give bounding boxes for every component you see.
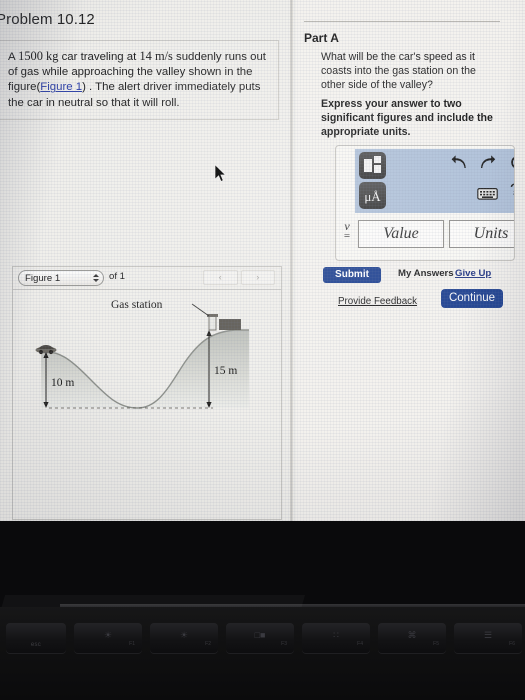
figure-select-stepper-icon[interactable] bbox=[91, 271, 100, 285]
key-f5[interactable]: ⌘ F5 bbox=[378, 623, 446, 653]
laptop-screen: Problem 10.12 A 1500 kg car traveling at… bbox=[0, 0, 525, 521]
math-template-icon[interactable] bbox=[359, 152, 386, 179]
continue-button[interactable]: Continue bbox=[441, 289, 503, 308]
valley-diagram-svg: Gas station 10 m 15 m bbox=[35, 299, 249, 409]
gas-station-leader-line bbox=[191, 303, 210, 317]
laptop-deck: esc ☀ F1 ☀ F2 □■ F3 ∷ F4 ⌘ F5 ☰ F6 bbox=[0, 607, 525, 700]
provide-feedback-link[interactable]: Provide Feedback bbox=[338, 296, 417, 307]
part-instruction-text: Express your answer to two significant f… bbox=[321, 98, 493, 138]
answer-toolbar: μÅ bbox=[355, 149, 515, 213]
mission-control-icon: □■ bbox=[254, 630, 266, 640]
key-f3-label: F3 bbox=[281, 641, 287, 647]
part-divider bbox=[304, 21, 500, 22]
figure-prev-button[interactable]: ‹ bbox=[203, 270, 238, 285]
figure-select-value: Figure 1 bbox=[25, 273, 61, 284]
part-title: Part A bbox=[304, 31, 339, 45]
left-height-label: 10 m bbox=[51, 377, 74, 389]
redo-icon[interactable] bbox=[480, 155, 497, 170]
figure-next-button[interactable]: › bbox=[240, 270, 275, 285]
give-up-link[interactable]: Give Up bbox=[455, 268, 491, 279]
help-icon[interactable]: ? bbox=[510, 180, 514, 200]
answer-variable-label: v = bbox=[340, 220, 354, 242]
units-palette-icon[interactable]: μÅ bbox=[359, 182, 386, 209]
page-title: Problem 10.12 bbox=[0, 11, 95, 28]
figure-count-label: of 1 bbox=[109, 271, 126, 282]
statement-lead: A bbox=[8, 51, 19, 63]
figure-nav: ‹ › bbox=[203, 270, 275, 285]
brightness-down-icon: ☀ bbox=[103, 630, 113, 640]
key-f6-label: F6 bbox=[509, 641, 515, 647]
part-a-column: Part A What will be the car's speed as i… bbox=[296, 0, 525, 521]
units-icon-label: μÅ bbox=[364, 189, 381, 204]
brightness-up-icon: ☀ bbox=[179, 630, 189, 640]
my-answers-link[interactable]: My Answers bbox=[398, 268, 454, 279]
keyboard-backlight-icon: ⌘ bbox=[407, 630, 417, 640]
keyboard-icon[interactable] bbox=[477, 187, 498, 201]
gas-station-icon bbox=[207, 314, 241, 331]
statement-mass: 1500 kg bbox=[18, 49, 59, 63]
column-divider bbox=[290, 0, 293, 521]
mouse-cursor bbox=[214, 164, 227, 182]
right-height-label: 15 m bbox=[214, 365, 237, 377]
figure-canvas: Gas station 10 m 15 m bbox=[13, 290, 281, 518]
undo-icon[interactable] bbox=[451, 155, 468, 170]
figure-1-link[interactable]: Figure 1 bbox=[40, 81, 82, 93]
key-f1-label: F1 bbox=[129, 641, 135, 647]
key-esc-label: esc bbox=[30, 642, 42, 648]
key-f1[interactable]: ☀ F1 bbox=[74, 623, 142, 653]
key-f4-label: F4 bbox=[357, 641, 363, 647]
key-f5-label: F5 bbox=[433, 641, 439, 647]
submit-button[interactable]: Submit bbox=[323, 267, 381, 283]
value-input[interactable]: Value bbox=[358, 220, 444, 248]
statement-mid1: car traveling at bbox=[58, 51, 140, 63]
statement-speed: 14 m/s bbox=[139, 49, 173, 63]
problem-statement-box: A 1500 kg car traveling at 14 m/s sudden… bbox=[0, 40, 279, 120]
key-esc[interactable]: esc bbox=[6, 623, 66, 653]
key-f2-label: F2 bbox=[205, 641, 211, 647]
reset-icon[interactable] bbox=[510, 154, 515, 171]
problem-statement-text: A 1500 kg car traveling at 14 m/s sudden… bbox=[8, 49, 266, 111]
figure-panel: Figure 1 of 1 ‹ › Gas station 10 m 15 m bbox=[12, 266, 282, 520]
key-f3[interactable]: □■ F3 bbox=[226, 623, 294, 653]
key-f4[interactable]: ∷ F4 bbox=[302, 623, 370, 653]
key-f6[interactable]: ☰ F6 bbox=[454, 623, 522, 653]
answer-entry-box: μÅ v = Value Units bbox=[335, 145, 515, 261]
units-input[interactable]: Units bbox=[449, 220, 514, 248]
launchpad-icon: ∷ bbox=[333, 630, 339, 640]
keyboard-backlight-up-icon: ☰ bbox=[483, 630, 493, 640]
equals-symbol: = bbox=[343, 230, 351, 242]
problem-column: Problem 10.12 A 1500 kg car traveling at… bbox=[0, 0, 293, 521]
part-question-text: What will be the car's speed as it coast… bbox=[321, 51, 476, 91]
gas-station-label: Gas station bbox=[111, 299, 163, 311]
laptop-photo: Problem 10.12 A 1500 kg car traveling at… bbox=[0, 0, 525, 700]
figure-panel-header: Figure 1 of 1 ‹ › bbox=[13, 267, 281, 290]
key-f2[interactable]: ☀ F2 bbox=[150, 623, 218, 653]
